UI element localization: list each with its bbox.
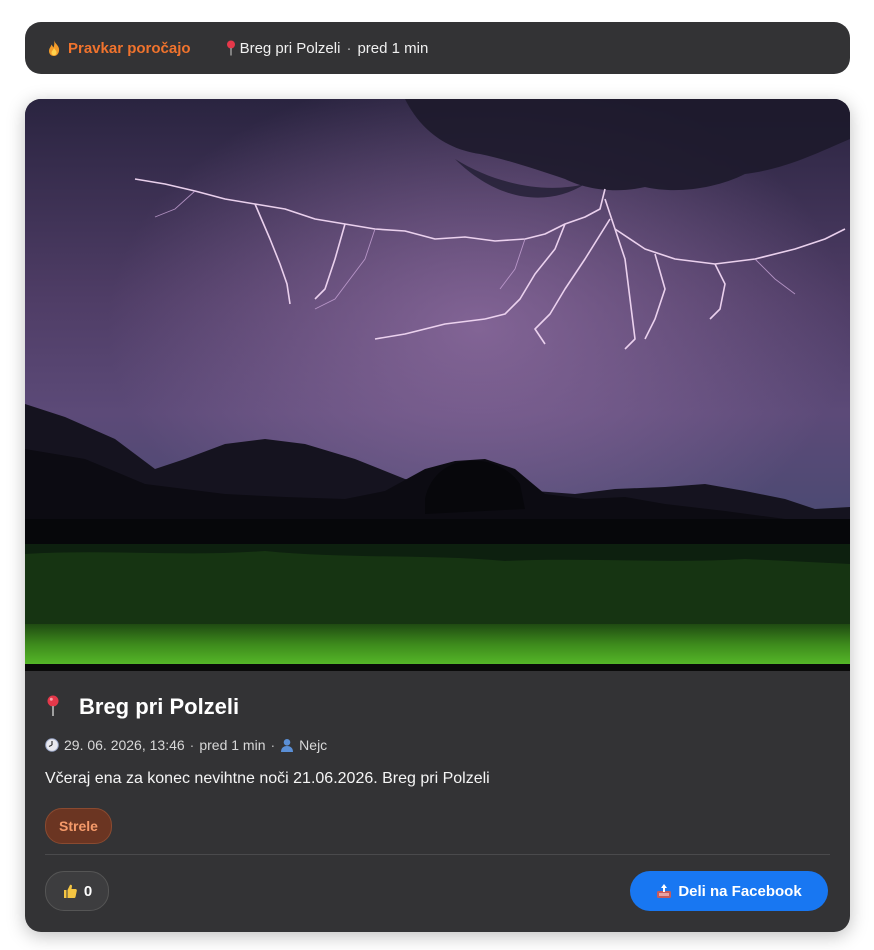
live-label: Pravkar poročajo xyxy=(45,39,191,57)
report-title: Breg pri Polzeli xyxy=(79,694,240,719)
ticker-time: pred 1 min xyxy=(357,39,429,57)
separator: · xyxy=(270,737,276,753)
report-time-ago: pred 1 min xyxy=(199,737,266,753)
divider xyxy=(45,854,830,855)
share-icon xyxy=(656,883,672,899)
report-card: Breg pri Polzeli 29. 06. 2026, 13:46 · p… xyxy=(25,99,850,932)
category-tag[interactable]: Strele xyxy=(45,808,112,844)
report-meta: 29. 06. 2026, 13:46 · pred 1 min · Nejc xyxy=(45,735,830,755)
separator: · xyxy=(346,39,352,57)
ticker-location-text: Breg pri Polzeli xyxy=(239,39,341,57)
fire-icon xyxy=(45,39,63,57)
thumbs-up-icon xyxy=(62,883,78,899)
report-photo[interactable] xyxy=(25,99,850,671)
live-ticker-bar[interactable]: Pravkar poročajo Breg pri Polzeli · pred… xyxy=(25,22,850,74)
report-author[interactable]: Nejc xyxy=(299,737,327,753)
clock-icon xyxy=(45,738,59,752)
share-label: Deli na Facebook xyxy=(678,882,802,900)
separator: · xyxy=(189,737,195,753)
map-pin-icon xyxy=(45,695,67,719)
live-label-text: Pravkar poročajo xyxy=(68,39,191,57)
user-icon xyxy=(280,738,294,752)
report-content: Breg pri Polzeli 29. 06. 2026, 13:46 · p… xyxy=(45,689,830,844)
report-title-row: Breg pri Polzeli xyxy=(45,689,830,725)
report-description: Včeraj ena za konec nevihtne noči 21.06.… xyxy=(45,770,490,787)
share-facebook-button[interactable]: Deli na Facebook xyxy=(630,871,828,911)
ticker-location[interactable]: Breg pri Polzeli · pred 1 min xyxy=(225,39,429,57)
map-pin-icon xyxy=(225,39,237,57)
like-count: 0 xyxy=(83,882,93,900)
report-date: 29. 06. 2026, 13:46 xyxy=(64,737,185,753)
like-button[interactable]: 0 xyxy=(45,871,109,911)
